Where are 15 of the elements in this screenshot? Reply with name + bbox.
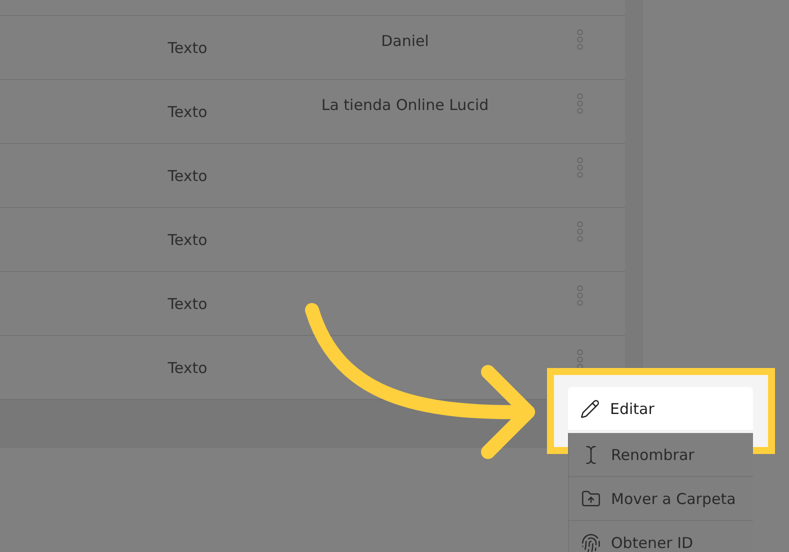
table-cell: Daniel bbox=[381, 32, 429, 50]
table-cell: Texto bbox=[168, 295, 208, 313]
menu-item[interactable]: Editar bbox=[568, 387, 753, 431]
table-cell: La tienda Online Lucid bbox=[321, 96, 489, 114]
table-cell: Texto bbox=[168, 231, 208, 249]
fingerprint-icon bbox=[581, 532, 601, 552]
menu-item[interactable]: Renombrar bbox=[568, 433, 753, 477]
menu-item[interactable]: Mover a Carpeta bbox=[568, 477, 753, 521]
table-cell: Texto bbox=[168, 359, 208, 377]
table-cell: Texto bbox=[168, 103, 208, 121]
folder-upload-icon bbox=[581, 488, 601, 508]
more-options-icon[interactable] bbox=[576, 349, 584, 370]
pencil-icon bbox=[580, 398, 600, 418]
table-cell: Texto bbox=[168, 167, 208, 185]
table-cell: Texto bbox=[168, 39, 208, 57]
